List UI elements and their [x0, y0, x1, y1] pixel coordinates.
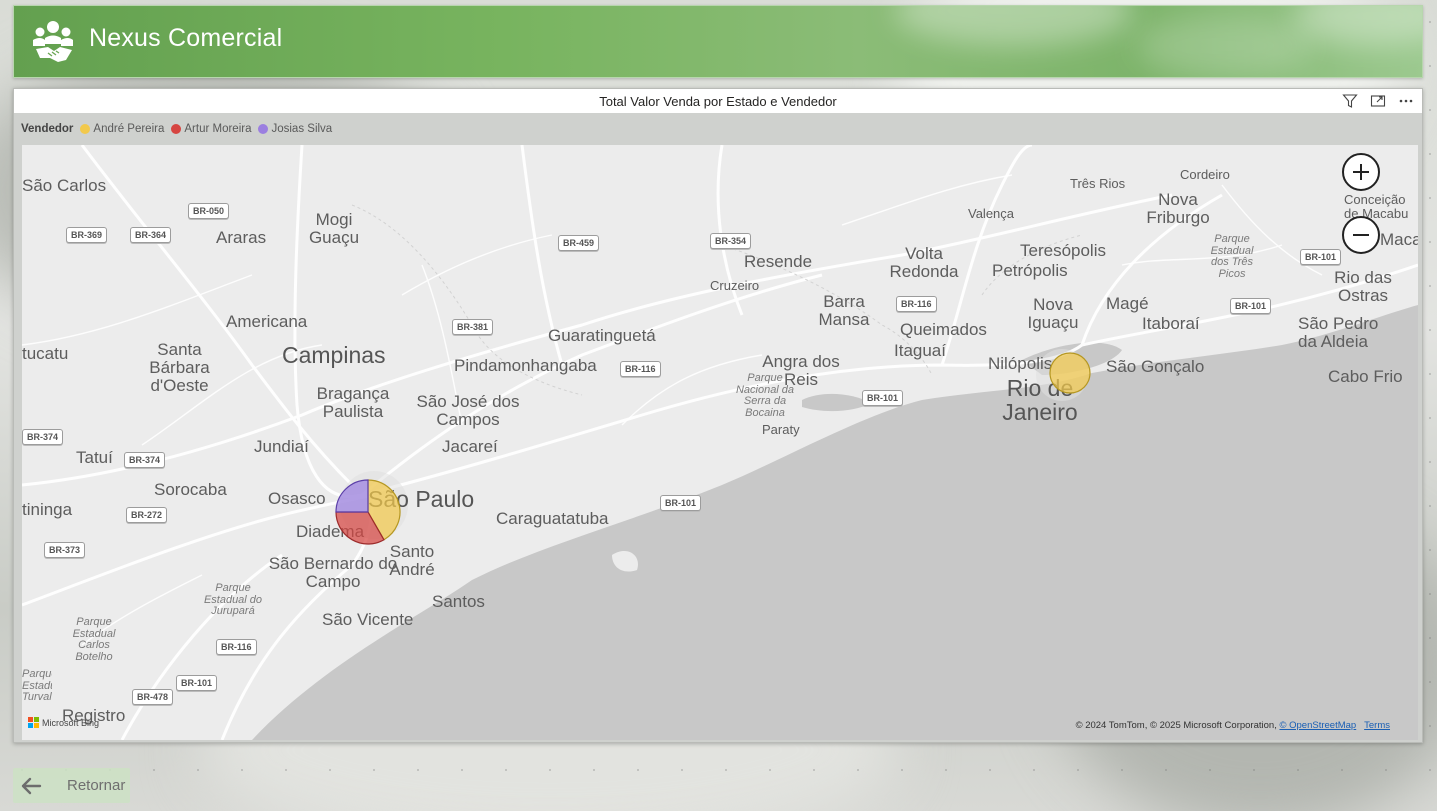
bing-logo: Microsoft Bing [28, 717, 99, 728]
map-visual[interactable]: Total Valor Venda por Estado e Vendedor … [13, 88, 1423, 743]
visual-title: Total Valor Venda por Estado e Vendedor [599, 94, 837, 109]
pie-marker-layer [335, 352, 1091, 545]
focus-mode-icon[interactable] [1370, 93, 1386, 109]
legend-item[interactable]: Artur Moreira [171, 123, 251, 135]
more-options-icon[interactable] [1398, 93, 1414, 109]
return-button[interactable]: Retornar [13, 768, 130, 803]
legend-marker [258, 124, 269, 134]
legend-label: André Pereira [93, 123, 165, 135]
handshake-logo-icon [33, 21, 73, 62]
legend-label: Artur Moreira [184, 123, 252, 135]
map-canvas[interactable]: São Carlos Mogi Guaçu Araras Americana C… [22, 145, 1418, 740]
app-title: Nexus Comercial [89, 24, 283, 52]
legend-title: Vendedor [21, 123, 74, 135]
arrow-left-icon [21, 777, 42, 794]
legend-item[interactable]: André Pereira [80, 123, 164, 135]
bing-label: Microsoft Bing [42, 717, 100, 728]
plus-icon [1353, 164, 1369, 180]
filter-icon[interactable] [1342, 93, 1358, 109]
map-attribution: © 2024 TomTom, © 2025 Microsoft Corporat… [1076, 720, 1390, 731]
legend-marker [80, 124, 91, 134]
app-header: Nexus Comercial [13, 5, 1423, 78]
zoom-out-button[interactable] [1342, 216, 1380, 254]
zoom-in-button[interactable] [1342, 153, 1380, 191]
osm-link[interactable]: © OpenStreetMap [1279, 720, 1356, 731]
legend-label: Josias Silva [271, 123, 333, 135]
pie-slice-rio-de-janeiro-andré-pereira[interactable] [1049, 352, 1091, 394]
microsoft-logo-icon [28, 717, 39, 728]
return-label: Retornar [67, 777, 126, 794]
minus-icon [1353, 234, 1369, 236]
visual-header: Total Valor Venda por Estado e Vendedor [14, 89, 1422, 113]
chart-legend: Vendedor André Pereira Artur Moreira Jos… [21, 123, 339, 135]
attribution-text: © 2024 TomTom, © 2025 Microsoft Corporat… [1075, 720, 1277, 731]
legend-marker [171, 124, 182, 134]
pie-slice-são-paulo-josias-silva[interactable] [335, 479, 369, 513]
legend-item[interactable]: Josias Silva [258, 123, 332, 135]
terms-link[interactable]: Terms [1364, 720, 1390, 731]
